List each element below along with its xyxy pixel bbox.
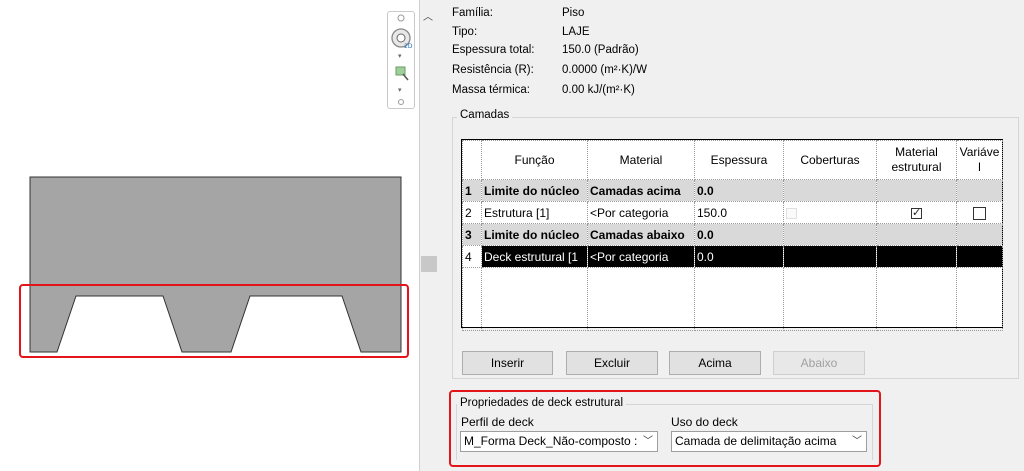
- abaixo-button[interactable]: Abaixo: [773, 351, 865, 375]
- prop-tipo-label: Tipo:: [452, 26, 478, 38]
- perfil-de-deck-value: M_Forma Deck_Não-composto : 5: [464, 434, 648, 448]
- cell-variavel[interactable]: [956, 201, 1003, 224]
- svg-text:▾: ▾: [398, 86, 402, 94]
- table-row[interactable]: 1 Limite do núcleo Camadas acima 0.0: [462, 179, 1003, 202]
- col-header-espessura[interactable]: Espessura: [694, 140, 784, 180]
- col-header-material[interactable]: Material: [587, 140, 695, 180]
- cell-coberturas[interactable]: [783, 245, 877, 268]
- slab-section-drawing: [29, 176, 402, 353]
- layers-table[interactable]: Função Material Espessura Coberturas Mat…: [461, 139, 1003, 331]
- prop-resistencia-label: Resistência (R):: [452, 64, 534, 76]
- table-header-row: Função Material Espessura Coberturas Mat…: [462, 140, 1003, 180]
- cell-espessura[interactable]: 0.0: [694, 245, 784, 268]
- acima-button[interactable]: Acima: [669, 351, 761, 375]
- deck-group-title: Propriedades de deck estrutural: [457, 397, 627, 409]
- table-empty-row: [462, 267, 1003, 331]
- svg-text:▾: ▾: [398, 52, 402, 60]
- row-number: 2: [462, 201, 482, 224]
- cell-material-estrutural[interactable]: [876, 201, 957, 224]
- prop-espessura-label: Espessura total:: [452, 44, 535, 56]
- navigation-icons: 2D ▾ ▾: [391, 14, 413, 105]
- prop-tipo-value: LAJE: [562, 26, 590, 38]
- material-estrutural-checkbox[interactable]: [879, 251, 890, 263]
- scroll-up-button[interactable]: ︿: [421, 8, 435, 23]
- uso-do-deck-value: Camada de delimitação acima: [675, 434, 837, 448]
- row-number: 1: [462, 179, 482, 202]
- prop-familia-label: Família:: [452, 7, 493, 19]
- chevron-down-icon: ﹀: [641, 432, 653, 451]
- variavel-checkbox[interactable]: [973, 206, 986, 220]
- col-header-variavel[interactable]: Variável: [956, 140, 1003, 180]
- prop-massa-label: Massa térmica:: [452, 84, 530, 96]
- table-row[interactable]: 3 Limite do núcleo Camadas abaixo 0.0: [462, 223, 1003, 246]
- row-number: 3: [462, 223, 482, 246]
- coberturas-checkbox[interactable]: [786, 251, 797, 263]
- cell-material[interactable]: Camadas abaixo: [587, 223, 695, 246]
- inserir-button[interactable]: Inserir: [462, 351, 553, 375]
- chevron-down-icon: ﹀: [852, 436, 862, 447]
- cell-variavel[interactable]: [956, 245, 1003, 268]
- prop-resistencia-value: 0.0000 (m²·K)/W: [562, 64, 647, 76]
- svg-text:2D: 2D: [404, 43, 413, 50]
- cell-material[interactable]: <Por categoria: [587, 245, 695, 268]
- col-header-material-estrutural[interactable]: Material estrutural: [876, 140, 957, 180]
- material-estrutural-checkbox[interactable]: [911, 206, 922, 219]
- cell-material[interactable]: <Por categoria: [587, 201, 695, 224]
- table-row[interactable]: 2 Estrutura [1] <Por categoria 150.0: [462, 201, 1003, 224]
- cell-funcao[interactable]: Limite do núcleo: [481, 179, 588, 202]
- excluir-button[interactable]: Excluir: [566, 351, 658, 375]
- table-row-selected[interactable]: 4 Deck estrutural [1 <Por categoria 0.0: [462, 245, 1003, 268]
- col-header-funcao[interactable]: Função: [481, 140, 588, 180]
- cell-coberturas: [783, 179, 877, 202]
- col-header-coberturas[interactable]: Coberturas: [783, 140, 877, 180]
- prop-espessura-value: 150.0 (Padrão): [562, 44, 639, 56]
- cell-espessura[interactable]: 0.0: [694, 179, 784, 202]
- cell-material[interactable]: Camadas acima: [587, 179, 695, 202]
- coberturas-checkbox[interactable]: [786, 207, 797, 219]
- cell-variavel: [956, 223, 1003, 246]
- cell-material-estrutural[interactable]: [876, 245, 957, 268]
- cell-material-estrutural: [876, 223, 957, 246]
- row-number: 4: [462, 245, 482, 268]
- cell-material-estrutural: [876, 179, 957, 202]
- prop-massa-value: 0.00 kJ/(m²·K): [562, 84, 635, 96]
- cell-coberturas[interactable]: [783, 201, 877, 224]
- cell-funcao[interactable]: Estrutura [1]: [481, 201, 588, 224]
- layers-group-title: Camadas: [457, 109, 513, 121]
- uso-do-deck-label: Uso do deck: [671, 415, 738, 429]
- perfil-de-deck-label: Perfil de deck: [461, 415, 534, 429]
- cell-coberturas: [783, 223, 877, 246]
- perfil-de-deck-dropdown[interactable]: M_Forma Deck_Não-composto : 5 ﹀: [460, 431, 658, 452]
- cell-funcao[interactable]: Limite do núcleo: [481, 223, 588, 246]
- col-header-num: [462, 140, 482, 180]
- cell-espessura[interactable]: 0.0: [694, 223, 784, 246]
- cell-variavel: [956, 179, 1003, 202]
- variavel-checkbox[interactable]: [959, 251, 970, 263]
- prop-familia-value: Piso: [562, 7, 585, 19]
- navigation-bar[interactable]: 2D ▾ ▾: [387, 11, 415, 109]
- preview-pane[interactable]: [0, 0, 420, 471]
- uso-do-deck-dropdown[interactable]: Camada de delimitação acima ﹀: [671, 431, 867, 452]
- cell-espessura[interactable]: 150.0: [694, 201, 784, 224]
- cell-funcao[interactable]: Deck estrutural [1: [481, 245, 588, 268]
- deck-profile-highlight: [19, 284, 409, 358]
- scrollbar-thumb[interactable]: [421, 256, 437, 272]
